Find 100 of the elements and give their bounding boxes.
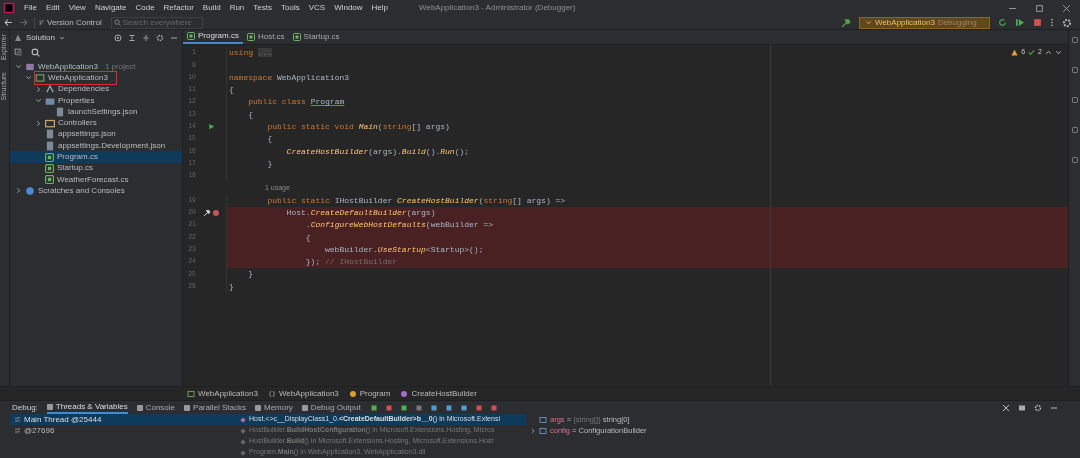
tool-window-icon[interactable] — [1070, 156, 1079, 164]
settings-icon[interactable] — [1062, 17, 1072, 28]
resume-icon[interactable] — [1015, 18, 1025, 27]
chevron-icon[interactable] — [530, 427, 536, 434]
warning-icon — [1011, 48, 1019, 56]
dependencies-icon — [45, 84, 55, 95]
app-logo-icon — [3, 2, 15, 14]
close-icon[interactable] — [1062, 3, 1071, 13]
file-icon — [45, 140, 55, 151]
menu-item[interactable]: Tools — [281, 2, 300, 14]
debug-tab[interactable]: Debug Output — [301, 401, 361, 414]
code-line: webBuilder.UseStartup<Startup>(); — [324, 243, 484, 256]
tree-label: Dependencies — [58, 83, 110, 96]
target-icon[interactable] — [114, 33, 122, 42]
menu-item[interactable]: Tests — [253, 2, 272, 14]
tree-item[interactable]: Properties — [10, 94, 182, 107]
tree-item[interactable]: Startup.cs — [10, 162, 182, 174]
hammer-icon[interactable] — [841, 17, 851, 28]
forward-arrow-icon[interactable] — [19, 18, 28, 27]
tool-window-icon[interactable] — [1070, 96, 1079, 104]
code-line: .ConfigureWebHostDefaults(webBuilder => — [304, 219, 494, 232]
tool-window-icon[interactable] — [1070, 66, 1079, 74]
chevron-icon[interactable] — [14, 187, 22, 195]
breadcrumb[interactable]: Program — [348, 387, 391, 400]
editor-tab[interactable]: Program.cs — [183, 29, 243, 44]
tree-item[interactable]: Scratches and Consoles — [10, 185, 182, 197]
menu-item[interactable]: Run — [229, 2, 245, 14]
debug-tab[interactable]: Parallel Stacks — [184, 401, 246, 414]
chevron-icon[interactable] — [14, 63, 22, 71]
code-line: } — [247, 268, 253, 281]
settings-icon[interactable] — [156, 33, 164, 42]
menu-item[interactable]: View — [68, 2, 86, 14]
restore-icon[interactable] — [1035, 3, 1044, 13]
tree-label: Scratches and Consoles — [38, 184, 125, 197]
run-icon[interactable] — [207, 123, 215, 131]
thread-item[interactable]: @27696 — [10, 425, 236, 436]
collapse-all-icon[interactable] — [142, 33, 150, 42]
tree-item[interactable]: Program.cs — [10, 151, 182, 163]
tree-label: WeatherForecast.cs — [57, 173, 129, 186]
breadcrumb[interactable]: CreateHostBuilder — [400, 387, 477, 400]
next-icon[interactable] — [1055, 48, 1062, 56]
search-icon[interactable] — [31, 47, 40, 57]
layout-icon[interactable] — [1018, 403, 1026, 412]
menu-item[interactable]: VCS — [308, 2, 326, 14]
menu-item[interactable]: Edit — [45, 2, 60, 14]
project-icon — [187, 389, 195, 398]
more-icon[interactable] — [1050, 18, 1054, 27]
namespace-icon — [267, 389, 276, 398]
panel-title[interactable]: Solution — [26, 31, 55, 44]
breakpoint-icon[interactable] — [211, 209, 220, 217]
menu-item[interactable]: Window — [334, 2, 363, 14]
csharp-file-icon — [45, 175, 54, 185]
file-icon — [45, 129, 55, 140]
tree-label: appsettings.Development.json — [58, 139, 166, 152]
tree-item[interactable]: WebApplication3 1 project — [10, 61, 182, 73]
stop-icon[interactable] — [1033, 18, 1042, 27]
code-line: { — [247, 108, 253, 121]
layers-icon[interactable] — [14, 47, 23, 57]
chevron-icon[interactable] — [34, 85, 42, 93]
tree-item[interactable]: Controllers — [10, 117, 182, 129]
tree-label: launchSettings.json — [68, 105, 138, 118]
caret-icon — [865, 19, 872, 26]
menu-item[interactable]: Refactor — [163, 2, 194, 14]
chevron-icon[interactable] — [34, 97, 42, 105]
tree-item[interactable]: appsettings.json — [10, 128, 182, 141]
expand-all-icon[interactable] — [128, 33, 136, 42]
tool-window-icon[interactable] — [1070, 126, 1079, 134]
version-control-button[interactable]: Version Control — [34, 16, 105, 29]
csharp-file-icon — [45, 163, 54, 173]
previous-icon[interactable] — [1045, 48, 1052, 56]
method-icon — [400, 389, 409, 398]
caret-icon[interactable] — [58, 34, 65, 41]
tree-item[interactable]: appsettings.Development.json — [10, 140, 182, 152]
menu-item[interactable]: Navigate — [94, 2, 127, 14]
hammer-icon — [202, 209, 211, 217]
tree-item[interactable]: launchSettings.json — [10, 106, 182, 118]
thread-icon — [14, 416, 21, 423]
chevron-icon[interactable] — [24, 74, 32, 82]
settings-icon[interactable] — [1034, 403, 1042, 412]
solution-icon — [14, 33, 22, 42]
tool-window-icon[interactable] — [1070, 36, 1079, 44]
editor-tab[interactable]: Startup.cs — [288, 29, 344, 44]
menu-item[interactable]: Build — [202, 2, 221, 14]
close-icon[interactable] — [1002, 403, 1010, 412]
menu-item[interactable]: File — [24, 2, 37, 14]
thread-item[interactable]: Main Thread @25444 — [10, 414, 236, 425]
tree-label: Program.cs — [57, 151, 98, 164]
chevron-icon[interactable] — [34, 119, 42, 127]
menu-item[interactable]: Help — [371, 2, 389, 14]
restart-icon[interactable] — [998, 18, 1007, 27]
editor-tab[interactable]: Host.cs — [242, 29, 289, 44]
tree-item[interactable]: WebApplication3 — [10, 72, 182, 84]
tree-item[interactable]: WeatherForecast.cs — [10, 173, 182, 186]
debug-tab[interactable]: Console — [136, 401, 176, 414]
menu-item[interactable]: Code — [135, 2, 155, 14]
breadcrumb[interactable]: WebApplication3 — [187, 387, 258, 400]
back-arrow-icon[interactable] — [4, 18, 13, 27]
breadcrumb[interactable]: WebApplication3 — [267, 387, 339, 400]
tree-item[interactable]: Dependencies — [10, 83, 182, 95]
debug-tab[interactable]: Memory — [254, 401, 293, 414]
